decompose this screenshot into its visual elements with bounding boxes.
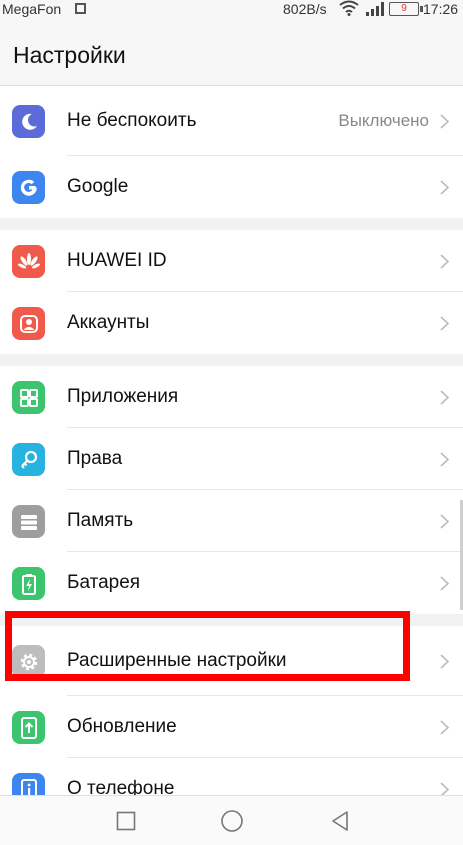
recent-apps-button[interactable] [113, 808, 139, 834]
moon-icon [12, 105, 45, 138]
app-header: Настройки [0, 20, 463, 86]
chevron-right-icon [440, 254, 449, 269]
google-icon [12, 171, 45, 204]
settings-group: Расширенные настройки Обновление О телеф… [0, 626, 463, 820]
sim-icon [75, 3, 86, 14]
setting-label: Права [67, 448, 123, 469]
setting-label: Расширенные настройки [67, 650, 287, 671]
setting-accounts[interactable]: Аккаунты [0, 292, 463, 354]
chevron-right-icon [440, 390, 449, 405]
chevron-right-icon [440, 654, 449, 669]
setting-do-not-disturb[interactable]: Не беспокоить Выключено [0, 86, 463, 156]
wifi-icon [339, 0, 359, 16]
chevron-right-icon [440, 720, 449, 735]
chevron-right-icon [440, 452, 449, 467]
back-button[interactable] [327, 808, 353, 834]
setting-label: Аккаунты [67, 312, 150, 333]
triangle-back-icon [332, 811, 348, 831]
chevron-right-icon [440, 180, 449, 195]
square-icon [116, 811, 136, 831]
setting-label: Батарея [67, 572, 141, 593]
apps-icon [12, 381, 45, 414]
setting-battery[interactable]: Батарея [0, 552, 463, 614]
settings-group: Приложения Права Память Батарея [0, 366, 463, 614]
clock: 17:26 [423, 1, 459, 17]
setting-update[interactable]: Обновление [0, 696, 463, 758]
chevron-right-icon [440, 316, 449, 331]
setting-label: Память [67, 510, 134, 531]
settings-list: Не беспокоить Выключено Google HUAWEI ID… [0, 86, 463, 820]
carrier-label: MegaFon [2, 1, 62, 17]
setting-permissions[interactable]: Права [0, 428, 463, 490]
setting-advanced[interactable]: Расширенные настройки [0, 626, 463, 696]
settings-group: HUAWEI ID Аккаунты [0, 230, 463, 354]
setting-google[interactable]: Google [0, 156, 463, 218]
battery-icon [12, 567, 45, 600]
setting-label: Не беспокоить [67, 110, 197, 131]
key-icon [12, 443, 45, 476]
navigation-bar [0, 795, 463, 845]
home-button[interactable] [219, 808, 245, 834]
setting-label: HUAWEI ID [67, 250, 167, 271]
setting-label: Обновление [67, 716, 177, 737]
group-gap [0, 354, 463, 366]
group-gap [0, 614, 463, 626]
setting-label: Google [67, 176, 129, 197]
page-title: Настройки [13, 42, 126, 68]
chevron-right-icon [440, 114, 449, 129]
chevron-right-icon [440, 514, 449, 529]
huawei-icon [12, 245, 45, 278]
setting-label: Приложения [67, 386, 179, 407]
settings-group: Не беспокоить Выключено Google [0, 86, 463, 218]
setting-huawei-id[interactable]: HUAWEI ID [0, 230, 463, 292]
network-speed: 802B/s [283, 1, 327, 17]
gear-icon [12, 645, 45, 678]
setting-storage[interactable]: Память [0, 490, 463, 552]
chevron-right-icon [440, 576, 449, 591]
signal-icon [366, 2, 384, 16]
update-icon [12, 711, 45, 744]
storage-icon [12, 505, 45, 538]
battery-level-icon: 9 [389, 2, 423, 16]
setting-apps[interactable]: Приложения [0, 366, 463, 428]
setting-value: Выключено [338, 111, 429, 130]
status-bar: MegaFon 802B/s 9 17:26 [0, 0, 463, 20]
circle-icon [221, 810, 243, 832]
group-gap [0, 218, 463, 230]
account-icon [12, 307, 45, 340]
